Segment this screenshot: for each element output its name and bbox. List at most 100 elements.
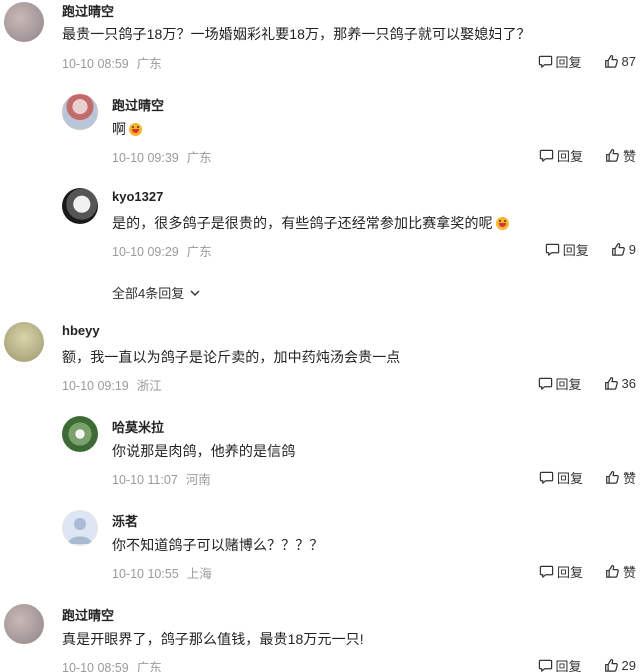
comment-item: 跑过晴空 真是开眼界了，鸽子那么值钱，最贵18万元一只! 10-10 08:59…	[0, 600, 644, 672]
like-button[interactable]: 36	[604, 376, 636, 391]
reply-item: 泺茗 你不知道鸽子可以赌博么？？？？ 10-10 10:55 上海 回复 赞	[0, 506, 644, 594]
default-user-icon	[68, 518, 92, 544]
reply-item: 哈莫米拉 你说那是肉鸽，他养的是信鸽 10-10 11:07 河南 回复 赞	[0, 412, 644, 500]
reply-meta: 10-10 11:07 河南	[112, 469, 211, 488]
avatar[interactable]	[4, 2, 44, 42]
avatar[interactable]	[62, 94, 98, 130]
reply-item: kyo1327 是的，很多鸽子是很贵的，有些鸽子还经常参加比赛拿奖的呢 10-1…	[0, 184, 644, 274]
comment-meta: 10-10 09:19 浙江	[62, 375, 162, 394]
reply-icon	[539, 148, 554, 163]
reply-button[interactable]: 回复	[539, 468, 583, 487]
like-count: 87	[621, 54, 636, 69]
comment-time: 10-10 08:59	[62, 57, 129, 71]
comment-location: 广东	[136, 661, 162, 672]
reply-time: 10-10 10:55	[112, 567, 179, 581]
like-label: 赞	[622, 149, 636, 164]
reply-location: 广东	[186, 151, 212, 165]
like-button[interactable]: 赞	[605, 146, 636, 165]
comment-text: 最贵一只鸽子18万？一场婚姻彩礼要18万，那养一只鸽子就可以娶媳妇了？	[62, 26, 531, 42]
reply-label: 回复	[555, 377, 582, 392]
reply-button[interactable]: 回复	[538, 374, 582, 393]
reply-text: 你说那是肉鸽，他养的是信鸽	[112, 443, 296, 459]
reply-actions: 回复 赞	[539, 146, 636, 165]
comment-author[interactable]: hbeyy	[62, 323, 100, 338]
reply-button[interactable]: 回复	[539, 146, 583, 165]
expand-replies-label: 全部4条回复	[112, 286, 185, 301]
reply-text-content: 啊	[112, 121, 127, 137]
reply-item: 跑过晴空 啊 10-10 09:39 广东 回复 赞	[0, 90, 644, 180]
like-button[interactable]: 87	[604, 54, 636, 69]
reply-actions: 回复 赞	[539, 562, 636, 581]
reply-time: 10-10 09:39	[112, 151, 179, 165]
expand-replies-button[interactable]: 全部4条回复	[112, 283, 201, 302]
reply-label: 回复	[562, 243, 589, 258]
like-button[interactable]: 9	[611, 242, 636, 257]
like-count: 36	[621, 376, 636, 391]
comment-location: 浙江	[136, 379, 162, 393]
like-button[interactable]: 29	[604, 658, 636, 672]
comment-location: 广东	[136, 57, 162, 71]
like-count: 29	[621, 658, 636, 672]
avatar[interactable]	[62, 416, 98, 452]
thumbs-up-icon	[604, 376, 619, 391]
comment-time: 10-10 09:19	[62, 379, 129, 393]
reply-text-content: 是的，很多鸽子是很贵的，有些鸽子还经常参加比赛拿奖的呢	[112, 215, 493, 231]
reply-location: 广东	[186, 245, 212, 259]
reply-label: 回复	[555, 659, 582, 672]
like-button[interactable]: 赞	[605, 562, 636, 581]
thumbs-up-icon	[611, 242, 626, 257]
comment-meta: 10-10 08:59 广东	[62, 657, 162, 672]
reply-text: 你不知道鸽子可以赌博么？？？？	[112, 537, 324, 553]
reply-location: 上海	[186, 567, 212, 581]
reply-meta: 10-10 10:55 上海	[112, 563, 212, 582]
reply-location: 河南	[185, 473, 211, 487]
reply-author[interactable]: kyo1327	[112, 189, 163, 204]
reply-icon	[539, 564, 554, 579]
comment-text: 真是开眼界了，鸽子那么值钱，最贵18万元一只!	[62, 631, 364, 647]
comment-author[interactable]: 跑过晴空	[62, 605, 114, 624]
like-label: 赞	[622, 565, 636, 580]
thumbs-up-icon	[605, 470, 620, 485]
reply-author[interactable]: 泺茗	[112, 511, 138, 530]
thumbs-up-icon	[604, 54, 619, 69]
reply-text: 啊	[112, 119, 143, 139]
reply-icon	[538, 54, 553, 69]
reply-icon	[539, 470, 554, 485]
reply-author[interactable]: 跑过晴空	[112, 95, 164, 114]
avatar[interactable]	[4, 604, 44, 644]
comment-actions: 回复 87	[538, 52, 636, 71]
comment-item: 跑过晴空 最贵一只鸽子18万？一场婚姻彩礼要18万，那养一只鸽子就可以娶媳妇了？…	[0, 0, 644, 80]
avatar[interactable]	[62, 510, 98, 546]
reply-icon	[538, 376, 553, 391]
reply-button[interactable]: 回复	[538, 656, 582, 672]
reply-actions: 回复 赞	[539, 468, 636, 487]
reply-icon	[538, 658, 553, 672]
laughing-emoji-icon	[495, 217, 509, 230]
comment-actions: 回复 29	[538, 656, 636, 672]
reply-button[interactable]: 回复	[538, 52, 582, 71]
comment-actions: 回复 36	[538, 374, 636, 393]
comment-item: hbeyy 额，我一直以为鸽子是论斤卖的，加中药炖汤会贵一点 10-10 09:…	[0, 320, 644, 400]
comment-time: 10-10 08:59	[62, 661, 129, 672]
thumbs-up-icon	[605, 148, 620, 163]
reply-actions: 回复 9	[545, 240, 636, 259]
comment-author[interactable]: 跑过晴空	[62, 1, 114, 20]
reply-icon	[545, 242, 560, 257]
comment-meta: 10-10 08:59 广东	[62, 53, 162, 72]
reply-label: 回复	[556, 471, 583, 486]
like-button[interactable]: 赞	[605, 468, 636, 487]
reply-time: 10-10 09:29	[112, 245, 179, 259]
reply-button[interactable]: 回复	[539, 562, 583, 581]
laughing-emoji-icon	[129, 123, 143, 136]
thumbs-up-icon	[604, 658, 619, 672]
reply-author[interactable]: 哈莫米拉	[112, 417, 164, 436]
reply-button[interactable]: 回复	[545, 240, 589, 259]
avatar[interactable]	[4, 322, 44, 362]
avatar[interactable]	[62, 188, 98, 224]
reply-time: 10-10 11:07	[112, 473, 178, 487]
like-label: 赞	[622, 471, 636, 486]
reply-label: 回复	[556, 149, 583, 164]
reply-meta: 10-10 09:39 广东	[112, 147, 212, 166]
reply-label: 回复	[555, 55, 582, 70]
reply-label: 回复	[556, 565, 583, 580]
